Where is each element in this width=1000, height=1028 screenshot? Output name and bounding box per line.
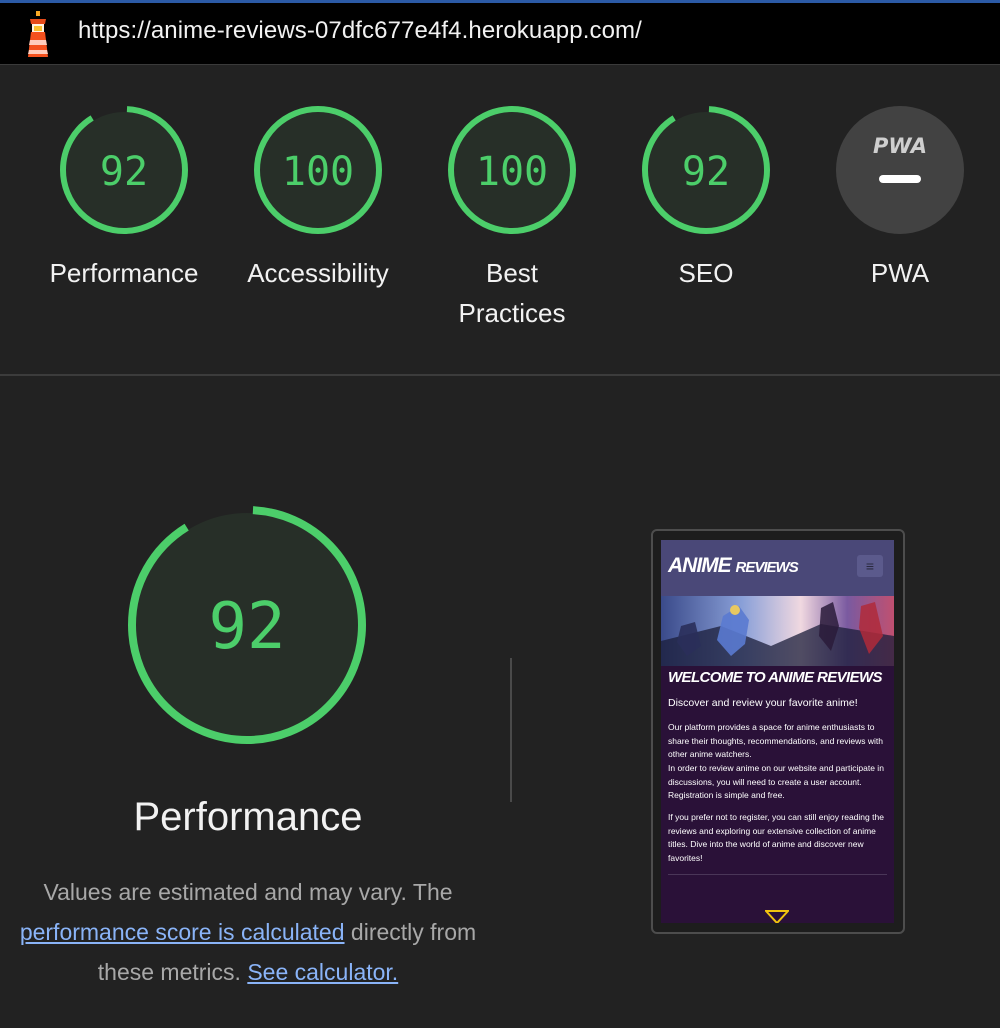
gauge-score: 100 (282, 149, 354, 195)
section-divider (0, 374, 1000, 376)
preview-paragraph-1: Our platform provides a space for anime … (668, 722, 883, 759)
gauge-pwa[interactable]: PWA PWA (810, 105, 990, 293)
gauge-label: PWA (870, 258, 930, 288)
preview-subtitle: Discover and review your favorite anime! (668, 697, 858, 709)
category-gauges: 92 Performance 100 Accessibility 100 Bes… (0, 65, 1000, 375)
pwa-badge-text: PWA (873, 134, 927, 158)
report-header: https://anime-reviews-07dfc677e4f4.herok… (0, 3, 1000, 65)
down-arrow-icon (765, 910, 789, 923)
hamburger-icon: ≡ (857, 555, 883, 577)
gauge-score: 100 (476, 149, 548, 195)
gauge-ring: 92 (60, 106, 188, 234)
preview-logo: ANIME REVIEWS (668, 554, 799, 578)
preview-paragraph-2: In order to review anime on our website … (668, 763, 884, 800)
screenshot-screen: ANIME REVIEWS ≡ WELCOME TO ANIME REVIEWS… (661, 540, 894, 923)
gauge-label: Best Practices (458, 258, 566, 328)
lighthouse-icon (28, 11, 48, 57)
score-calculated-link[interactable]: performance score is calculated (20, 919, 345, 945)
preview-header: ANIME REVIEWS ≡ (661, 540, 894, 596)
hero-image (661, 596, 894, 666)
preview-welcome-heading: WELCOME TO ANIME REVIEWS (668, 669, 883, 686)
gauge-ring: 92 (642, 106, 770, 234)
preview-paragraph-3: If you prefer not to register, you can s… (668, 812, 884, 863)
main-category-title: Performance (133, 795, 363, 839)
final-screenshot[interactable]: ANIME REVIEWS ≡ WELCOME TO ANIME REVIEWS… (651, 529, 905, 934)
gauge-score: 92 (682, 149, 730, 195)
desc-text-1: Values are estimated and may vary. The (43, 879, 453, 905)
report-url[interactable]: https://anime-reviews-07dfc677e4f4.herok… (78, 17, 642, 45)
gauge-label: SEO (678, 258, 734, 288)
performance-main-gauge: 92 (128, 506, 366, 744)
main-score: 92 (208, 590, 285, 664)
pwa-dash-icon (879, 175, 921, 183)
gauge-best-practices[interactable]: 100 Best Practices (422, 105, 602, 333)
gauge-label: Accessibility (247, 258, 389, 288)
logo-main: ANIME (668, 554, 732, 577)
pwa-badge: PWA (836, 106, 964, 234)
gauge-ring: 100 (448, 106, 576, 234)
vertical-divider (510, 658, 512, 802)
see-calculator-link[interactable]: See calculator. (247, 959, 398, 985)
gauge-ring: 100 (254, 106, 382, 234)
gauge-label: Performance (49, 258, 199, 288)
gauge-seo[interactable]: 92 SEO (616, 105, 796, 293)
gauge-performance[interactable]: 92 Performance (34, 105, 214, 293)
gauge-score: 92 (100, 149, 148, 195)
preview-divider (668, 874, 887, 875)
gauge-accessibility[interactable]: 100 Accessibility (228, 105, 408, 293)
score-description: Values are estimated and may vary. The p… (0, 872, 496, 992)
logo-small: REVIEWS (735, 559, 799, 576)
